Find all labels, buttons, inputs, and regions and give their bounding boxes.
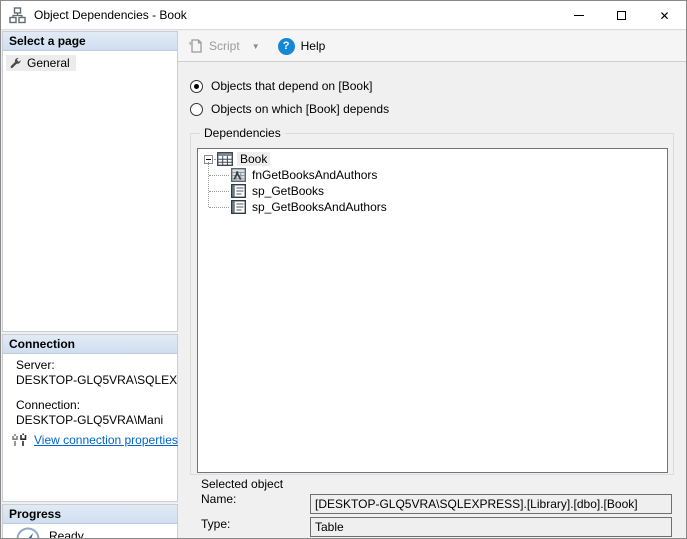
connection-panel: Connection Server: DESKTOP-GLQ5VRA\SQLEX… (2, 334, 178, 502)
ready-spinner-icon (16, 527, 40, 538)
server-label: Server: (16, 358, 55, 372)
sidebar-item-general[interactable]: General (6, 55, 76, 71)
tree-connector-line (209, 175, 229, 176)
tree-item-book[interactable]: Book (204, 151, 271, 167)
connection-properties-icon (12, 433, 27, 446)
table-valued-function-icon (231, 168, 246, 182)
help-icon: ? (277, 37, 295, 55)
toolbar: Script ▼ ? Help (178, 31, 686, 62)
tree-item-sp-getbooksandauthors[interactable]: sp_GetBooksAndAuthors (231, 199, 389, 215)
tree-item-fngetbooksandauthors[interactable]: fnGetBooksAndAuthors (231, 167, 379, 183)
server-value: DESKTOP-GLQ5VRA\SQLEXPRESS (16, 373, 177, 387)
script-button-label: Script (209, 39, 240, 53)
object-dependencies-dialog: Object Dependencies - Book ✕ Select a pa… (0, 0, 687, 539)
script-button[interactable]: Script (188, 38, 240, 54)
select-a-page-panel: Select a page General (2, 31, 178, 332)
radio-objects-on-which-depends[interactable]: Objects on which [Book] depends (190, 102, 389, 116)
select-a-page-header: Select a page (3, 32, 177, 51)
dependencies-icon (9, 7, 26, 24)
tree-connector-line (209, 191, 229, 192)
minimize-icon (573, 15, 584, 16)
maximize-button[interactable] (600, 1, 643, 30)
sidebar-item-label: General (27, 56, 70, 70)
selected-object-type-field[interactable] (310, 517, 672, 537)
close-icon: ✕ (659, 8, 670, 23)
window-controls: ✕ (557, 1, 686, 30)
script-dropdown-arrow-icon[interactable]: ▼ (252, 42, 260, 51)
script-icon (189, 39, 202, 53)
maximize-icon (617, 11, 626, 20)
progress-header: Progress (3, 505, 177, 524)
titlebar: Object Dependencies - Book ✕ (1, 1, 686, 30)
dependencies-groupbox-label: Dependencies (200, 126, 285, 140)
connection-header: Connection (3, 335, 177, 354)
dependencies-tree: Book fnGetBooksAndAuthors sp_GetBooks sp… (197, 148, 668, 473)
help-button[interactable]: ? Help (277, 37, 326, 55)
radio-objects-that-depend-label: Objects that depend on [Book] (211, 79, 373, 93)
progress-status: Ready (15, 526, 84, 539)
close-button[interactable]: ✕ (643, 1, 686, 30)
connection-value: DESKTOP-GLQ5VRA\Mani (16, 413, 164, 427)
selected-object-section-label: Selected object (201, 477, 284, 491)
selected-object-name-field[interactable] (310, 494, 672, 514)
tree-item-fngetbooksandauthors-label: fnGetBooksAndAuthors (252, 168, 378, 182)
table-icon (217, 152, 233, 166)
name-label: Name: (201, 492, 237, 506)
stored-procedure-icon (231, 184, 246, 198)
radio-objects-on-which-depends-label: Objects on which [Book] depends (211, 102, 390, 116)
progress-status-label: Ready (49, 529, 84, 539)
help-button-label: Help (300, 39, 326, 53)
tree-item-book-label: Book (237, 152, 271, 166)
tree-item-sp-getbooksandauthors-label: sp_GetBooksAndAuthors (252, 200, 387, 214)
view-connection-properties-label: View connection properties (34, 433, 178, 447)
tree-item-sp-getbooks-label: sp_GetBooks (252, 184, 325, 198)
minimize-button[interactable] (557, 1, 600, 30)
progress-panel: Progress Ready (2, 504, 178, 539)
stored-procedure-icon (231, 200, 246, 214)
view-connection-properties-link[interactable]: View connection properties (11, 433, 178, 447)
radio-unselected-icon (190, 102, 203, 116)
type-label: Type: (201, 517, 231, 531)
tree-connector-line (209, 207, 229, 208)
radio-selected-icon (190, 79, 203, 93)
window-title: Object Dependencies - Book (34, 8, 187, 22)
radio-objects-that-depend[interactable]: Objects that depend on [Book] (190, 79, 372, 93)
connection-label: Connection: (16, 398, 81, 412)
tree-connector-line (208, 162, 209, 207)
tree-item-sp-getbooks[interactable]: sp_GetBooks (231, 183, 326, 199)
wrench-icon (10, 57, 21, 68)
